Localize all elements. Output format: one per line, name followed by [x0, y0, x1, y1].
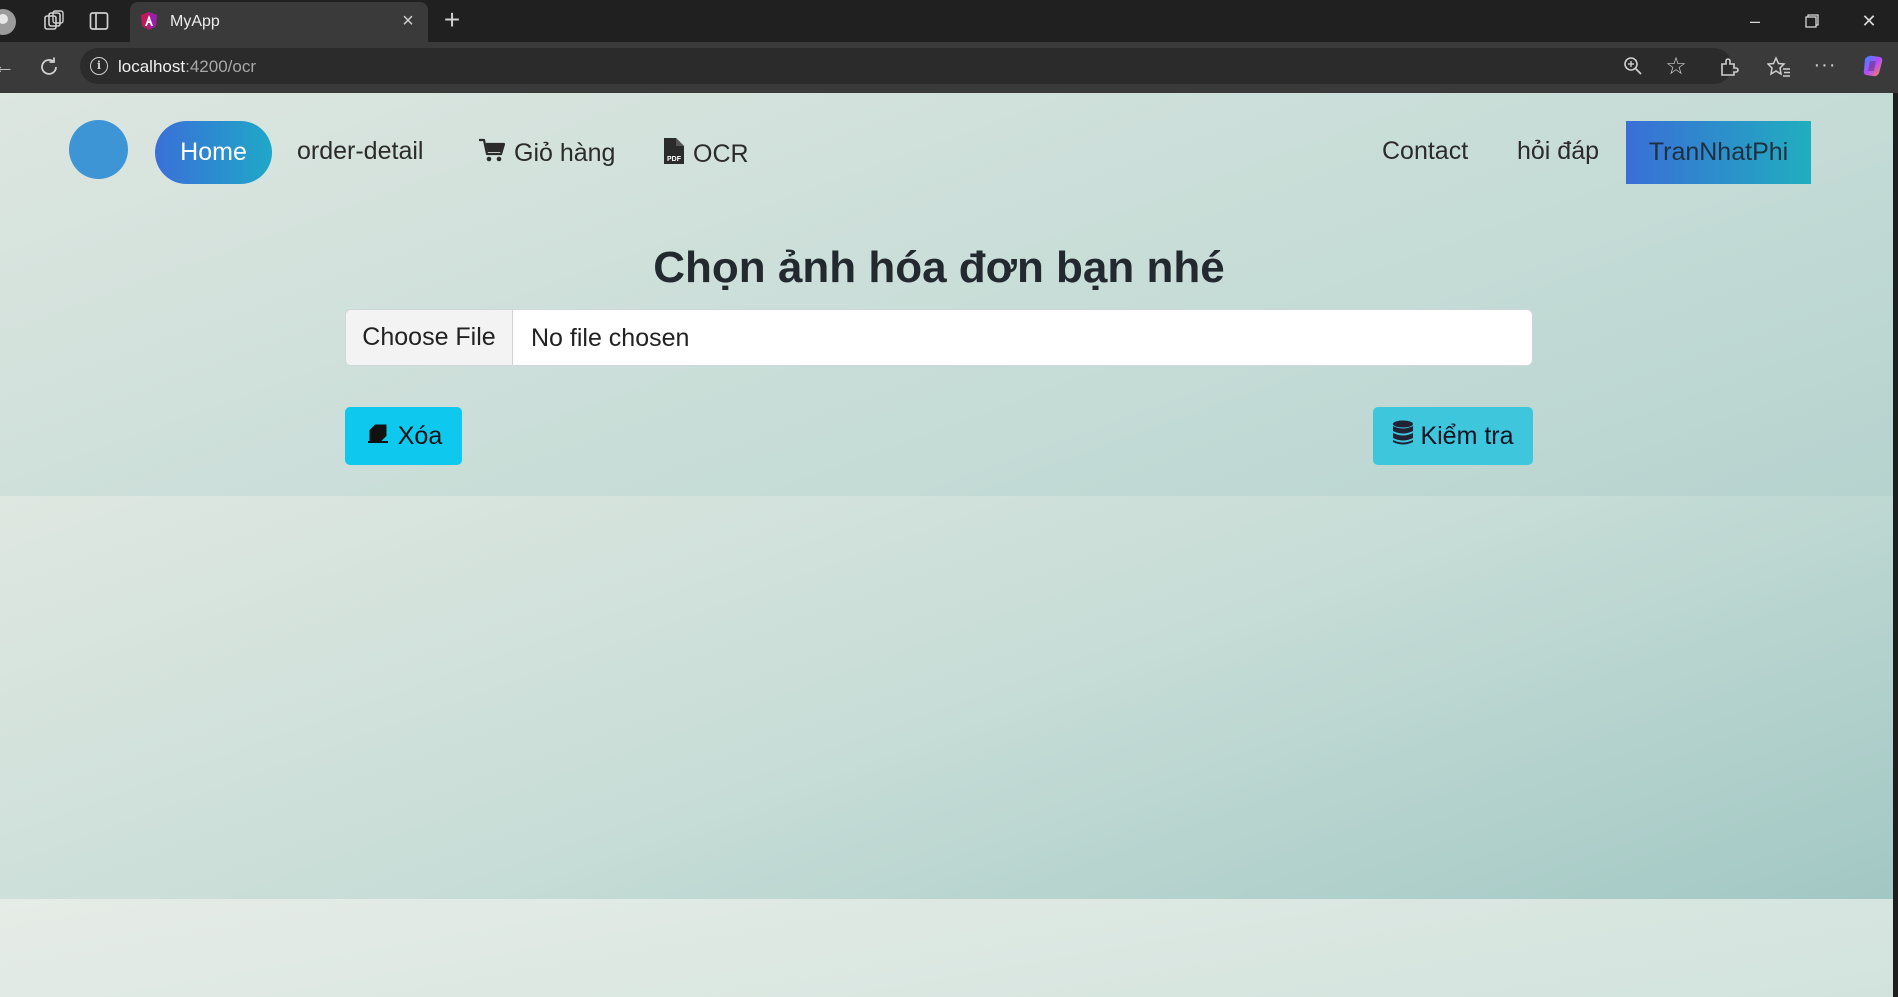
url-text: localhost:4200/ocr — [118, 57, 256, 76]
favorites-icon[interactable] — [1766, 54, 1792, 80]
nav-cart-label: Giỏ hàng — [514, 139, 616, 167]
copilot-icon[interactable] — [1860, 53, 1886, 79]
nav-home-link[interactable]: Home — [155, 121, 272, 184]
choose-file-button[interactable]: Choose File — [346, 310, 513, 365]
more-icon[interactable]: ··· — [1812, 52, 1838, 78]
svg-text:PDF: PDF — [667, 156, 682, 163]
zoom-icon[interactable] — [1622, 55, 1644, 77]
tab-actions-icon[interactable] — [87, 9, 111, 33]
close-window-icon[interactable]: ✕ — [1854, 8, 1884, 34]
navbar: Home order-detail Giỏ hàng PDF OCR Conta… — [0, 93, 1893, 203]
nav-order-detail-link[interactable]: order-detail — [297, 137, 423, 166]
url-field[interactable]: i localhost:4200/ocr ☆ — [80, 48, 1732, 84]
nav-ocr-label: OCR — [693, 140, 749, 168]
page-footer-area — [0, 899, 1893, 997]
favorite-star-icon[interactable]: ☆ — [1664, 53, 1688, 80]
nav-contact-link[interactable]: Contact — [1382, 137, 1468, 166]
clear-button[interactable]: Xóa — [345, 407, 462, 465]
back-icon[interactable]: ← — [0, 53, 16, 78]
file-status-text: No file chosen — [531, 324, 690, 352]
nav-contact-label: Contact — [1382, 137, 1469, 165]
refresh-icon[interactable] — [36, 54, 62, 80]
nav-order-detail-label: order-detail — [297, 137, 424, 165]
window-edge — [1893, 93, 1898, 997]
close-icon[interactable]: × — [398, 11, 418, 31]
browser-tab-bar: MyApp × + – ✕ — [0, 0, 1898, 42]
nav-cart-link[interactable]: Giỏ hàng — [478, 137, 615, 170]
content-area — [0, 496, 1893, 899]
eraser-icon — [365, 422, 391, 451]
file-input[interactable]: Choose File No file chosen — [345, 309, 1533, 366]
cart-icon — [478, 137, 506, 170]
angular-logo-icon — [139, 11, 159, 31]
database-icon — [1392, 420, 1414, 453]
workspaces-icon[interactable] — [42, 9, 66, 33]
restore-icon[interactable] — [1797, 8, 1827, 34]
nav-user-button[interactable]: TranNhatPhi — [1626, 121, 1811, 184]
browser-address-bar: ← i localhost:4200/ocr ☆ ··· — [0, 42, 1898, 93]
page-title: Chọn ảnh hóa đơn bạn nhé — [653, 243, 1225, 292]
clear-button-label: Xóa — [397, 421, 443, 450]
logo-circle[interactable] — [69, 120, 128, 179]
nav-faq-link[interactable]: hỏi đáp — [1517, 137, 1599, 166]
browser-tab-myapp[interactable]: MyApp × — [130, 2, 428, 42]
profile-icon[interactable] — [0, 9, 16, 35]
tab-title: MyApp — [170, 13, 220, 30]
page-content: Home order-detail Giỏ hàng PDF OCR Conta… — [0, 93, 1893, 997]
nav-faq-label: hỏi đáp — [1517, 137, 1600, 165]
site-info-icon[interactable]: i — [90, 57, 108, 75]
nav-ocr-link[interactable]: PDF OCR — [663, 137, 749, 172]
pdf-file-icon: PDF — [663, 137, 685, 172]
check-button[interactable]: Kiểm tra — [1373, 407, 1533, 465]
new-tab-icon[interactable]: + — [438, 6, 466, 34]
extensions-icon[interactable] — [1716, 54, 1742, 80]
minimize-icon[interactable]: – — [1740, 8, 1770, 34]
check-button-label: Kiểm tra — [1420, 421, 1514, 450]
